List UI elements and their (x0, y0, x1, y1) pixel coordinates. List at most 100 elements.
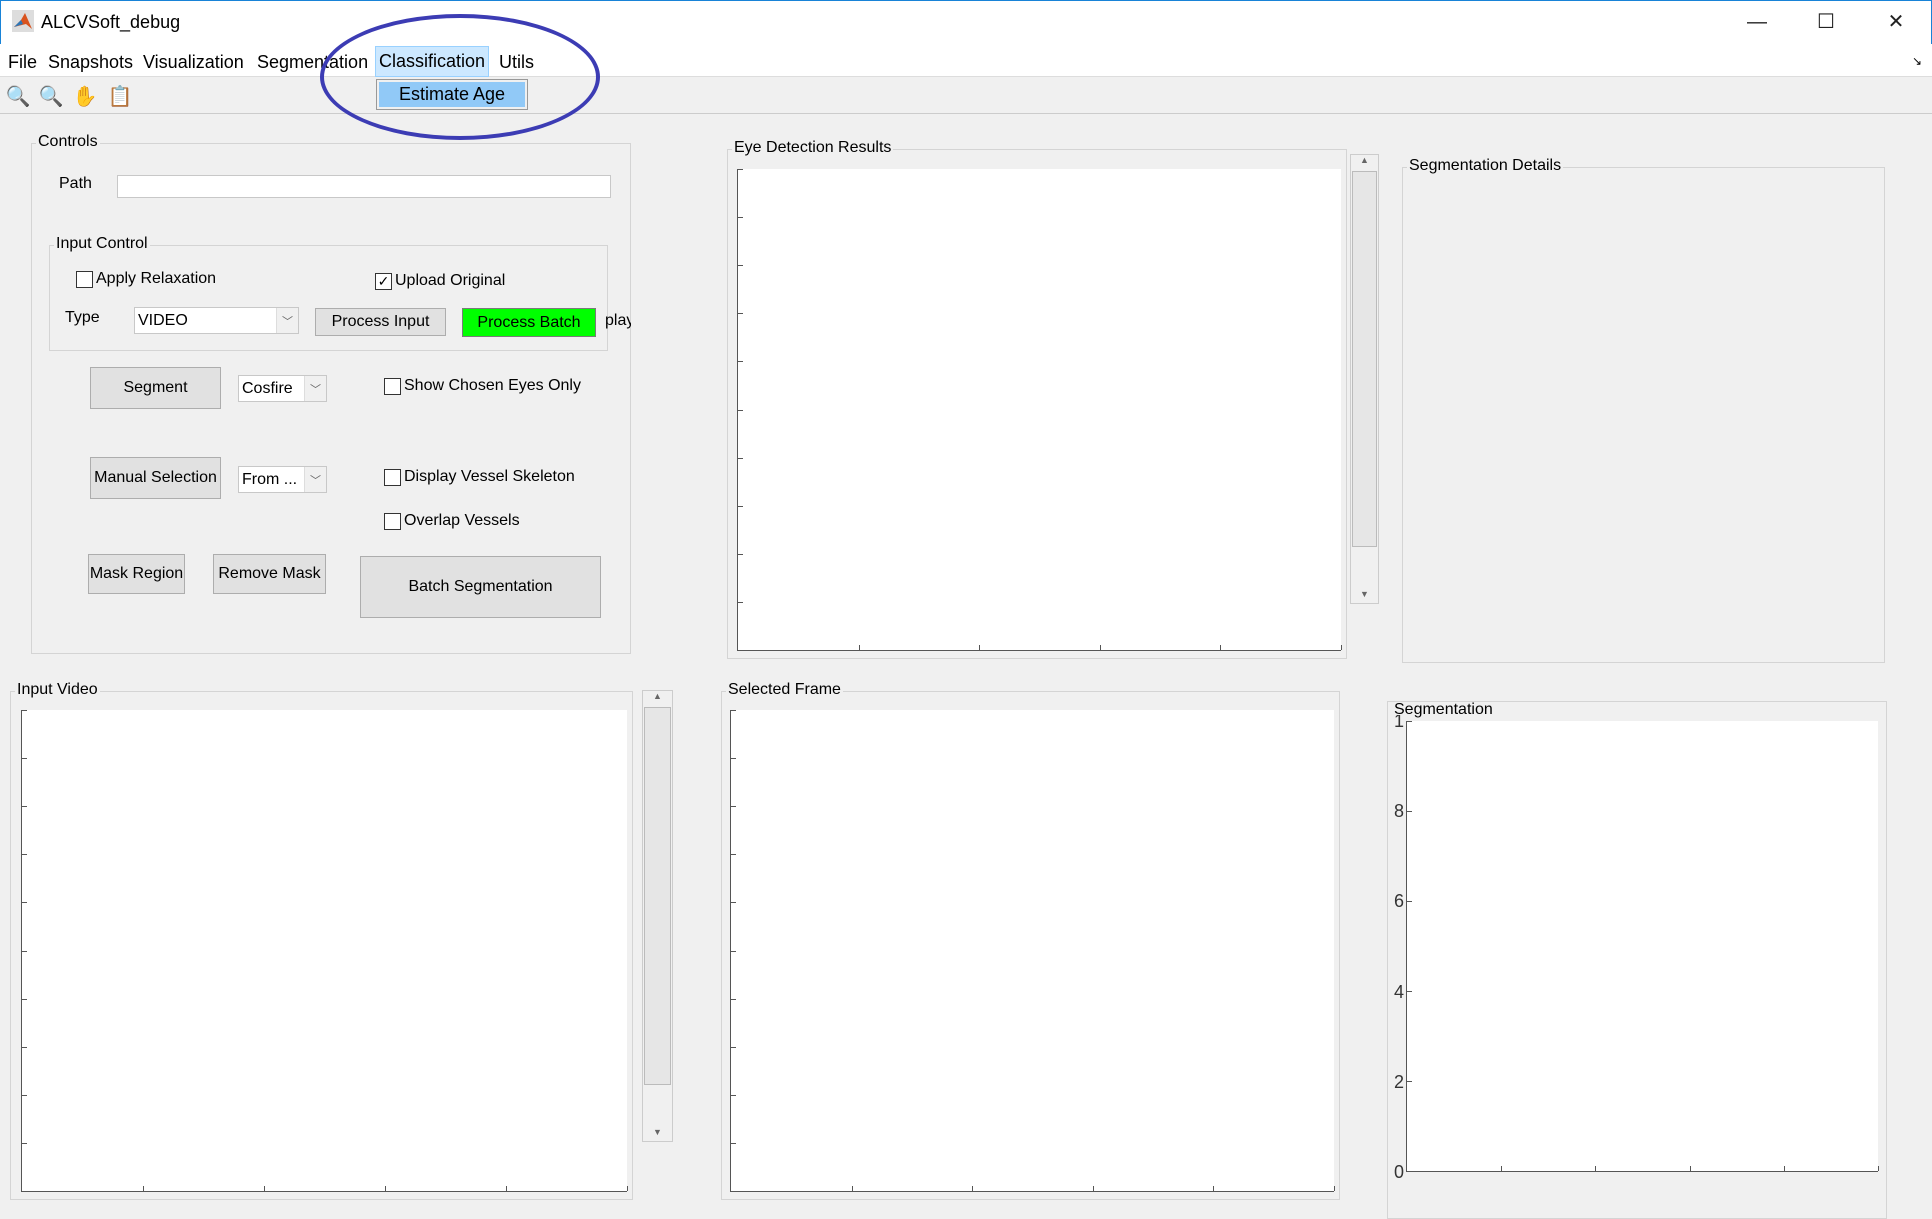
menu-snapshots[interactable]: Snapshots (45, 50, 136, 77)
segment-button[interactable]: Segment (90, 367, 221, 409)
y-tick (731, 854, 736, 856)
title-bar (0, 0, 1932, 44)
input-video-axes (21, 710, 628, 1192)
y-tick (22, 902, 27, 904)
y-tick-label: 8 (1393, 801, 1404, 822)
y-tick (738, 457, 743, 459)
input-video-scrollbar[interactable]: ▲ ▼ (642, 690, 673, 1142)
y-tick (731, 806, 736, 808)
checkmark-icon: ✓ (375, 272, 392, 290)
x-tick (264, 1186, 265, 1191)
segmentation-axes (1406, 721, 1879, 1172)
pan-hand-icon[interactable]: ✋ (72, 84, 98, 110)
y-tick (731, 902, 736, 904)
scroll-track[interactable] (1352, 171, 1377, 547)
zoom-in-icon[interactable]: 🔍 (5, 84, 31, 110)
chevron-down-icon: ﹀ (276, 308, 298, 333)
apply-relaxation-label: Apply Relaxation (96, 270, 217, 287)
show-chosen-eyes-checkbox[interactable]: Show Chosen Eyes Only (384, 377, 581, 395)
menu-overflow-icon[interactable]: ↘ (1912, 54, 1922, 68)
manual-selection-button[interactable]: Manual Selection (90, 457, 221, 499)
y-tick (731, 1094, 736, 1096)
y-tick (738, 601, 743, 603)
annotation-ellipse (320, 14, 600, 140)
y-tick (731, 950, 736, 952)
type-value: VIDEO (138, 311, 188, 329)
menu-visualization[interactable]: Visualization (140, 50, 247, 77)
segmentation-title: Segmentation (1392, 701, 1495, 719)
scroll-track[interactable] (644, 707, 671, 1085)
y-tick (22, 710, 27, 711)
scroll-up-icon[interactable]: ▲ (643, 691, 672, 705)
toolbar (0, 78, 1932, 114)
x-tick (1878, 1166, 1879, 1171)
y-tick (22, 1046, 27, 1048)
eye-detection-axes (737, 169, 1342, 651)
selected-frame-title: Selected Frame (726, 681, 843, 699)
y-tick (738, 409, 743, 411)
process-input-button[interactable]: Process Input (315, 308, 446, 336)
data-cursor-icon[interactable]: 📋 (107, 84, 133, 110)
zoom-out-icon[interactable]: 🔍 (38, 84, 64, 110)
x-tick (143, 1186, 144, 1191)
y-tick-label: 0 (1393, 1162, 1404, 1182)
y-tick (738, 265, 743, 267)
x-tick (1092, 1186, 1094, 1191)
maximize-button[interactable]: ☐ (1803, 6, 1849, 38)
path-input[interactable] (117, 175, 611, 198)
checkbox-box (384, 377, 401, 395)
x-tick (1213, 1186, 1215, 1191)
apply-relaxation-checkbox[interactable]: Apply Relaxation (76, 270, 216, 288)
x-tick (1341, 645, 1342, 650)
x-tick (506, 1186, 507, 1191)
display-vessel-skeleton-checkbox[interactable]: Display Vessel Skeleton (384, 468, 575, 486)
segmentation-details-panel: Segmentation Details (1402, 157, 1885, 663)
batch-segmentation-button[interactable]: Batch Segmentation (360, 556, 601, 618)
controls-title: Controls (36, 133, 100, 151)
y-tick (22, 854, 27, 856)
overlap-vessels-checkbox[interactable]: Overlap Vessels (384, 512, 520, 530)
remove-mask-button[interactable]: Remove Mask (213, 554, 326, 594)
y-tick (738, 361, 743, 363)
process-batch-button[interactable]: Process Batch (462, 308, 596, 337)
y-tick (22, 758, 27, 760)
x-tick (972, 1186, 974, 1191)
y-tick-label: 2 (1393, 1071, 1404, 1092)
from-value: From ... (242, 470, 298, 488)
y-tick (738, 313, 743, 315)
close-button[interactable]: ✕ (1873, 6, 1919, 38)
x-tick (979, 645, 981, 650)
upload-original-checkbox[interactable]: ✓ Upload Original (375, 272, 505, 290)
display-vessel-skeleton-label: Display Vessel Skeleton (404, 468, 575, 485)
y-tick (1407, 991, 1412, 992)
scroll-up-icon[interactable]: ▲ (1351, 155, 1378, 169)
type-label: Type (65, 309, 100, 326)
y-tick (22, 1142, 27, 1144)
path-label: Path (59, 175, 92, 192)
mask-region-button[interactable]: Mask Region (88, 554, 185, 594)
x-tick (1595, 1166, 1597, 1171)
y-tick (22, 1094, 27, 1096)
y-tick-label: 6 (1393, 891, 1404, 912)
checkbox-box (384, 512, 401, 530)
x-tick (1783, 1166, 1785, 1171)
y-tick (22, 950, 27, 952)
y-tick (731, 998, 736, 1000)
minimize-button[interactable]: — (1734, 6, 1780, 38)
from-select[interactable]: From ... ﹀ (238, 466, 327, 493)
type-select[interactable]: VIDEO ﹀ (134, 307, 299, 334)
x-tick (858, 645, 860, 650)
method-select[interactable]: Cosfire ﹀ (238, 375, 327, 402)
y-tick (738, 505, 743, 507)
matlab-icon (12, 10, 34, 32)
chevron-down-icon: ﹀ (304, 376, 326, 401)
eye-detection-scrollbar[interactable]: ▲ ▼ (1350, 154, 1379, 604)
y-tick (1407, 901, 1412, 902)
scroll-down-icon[interactable]: ▼ (1351, 589, 1378, 603)
y-tick (731, 1142, 736, 1144)
scroll-down-icon[interactable]: ▼ (643, 1127, 672, 1141)
y-tick (731, 710, 736, 711)
upload-original-label: Upload Original (395, 272, 506, 289)
menu-file[interactable]: File (5, 50, 40, 77)
x-tick (1334, 1186, 1335, 1191)
